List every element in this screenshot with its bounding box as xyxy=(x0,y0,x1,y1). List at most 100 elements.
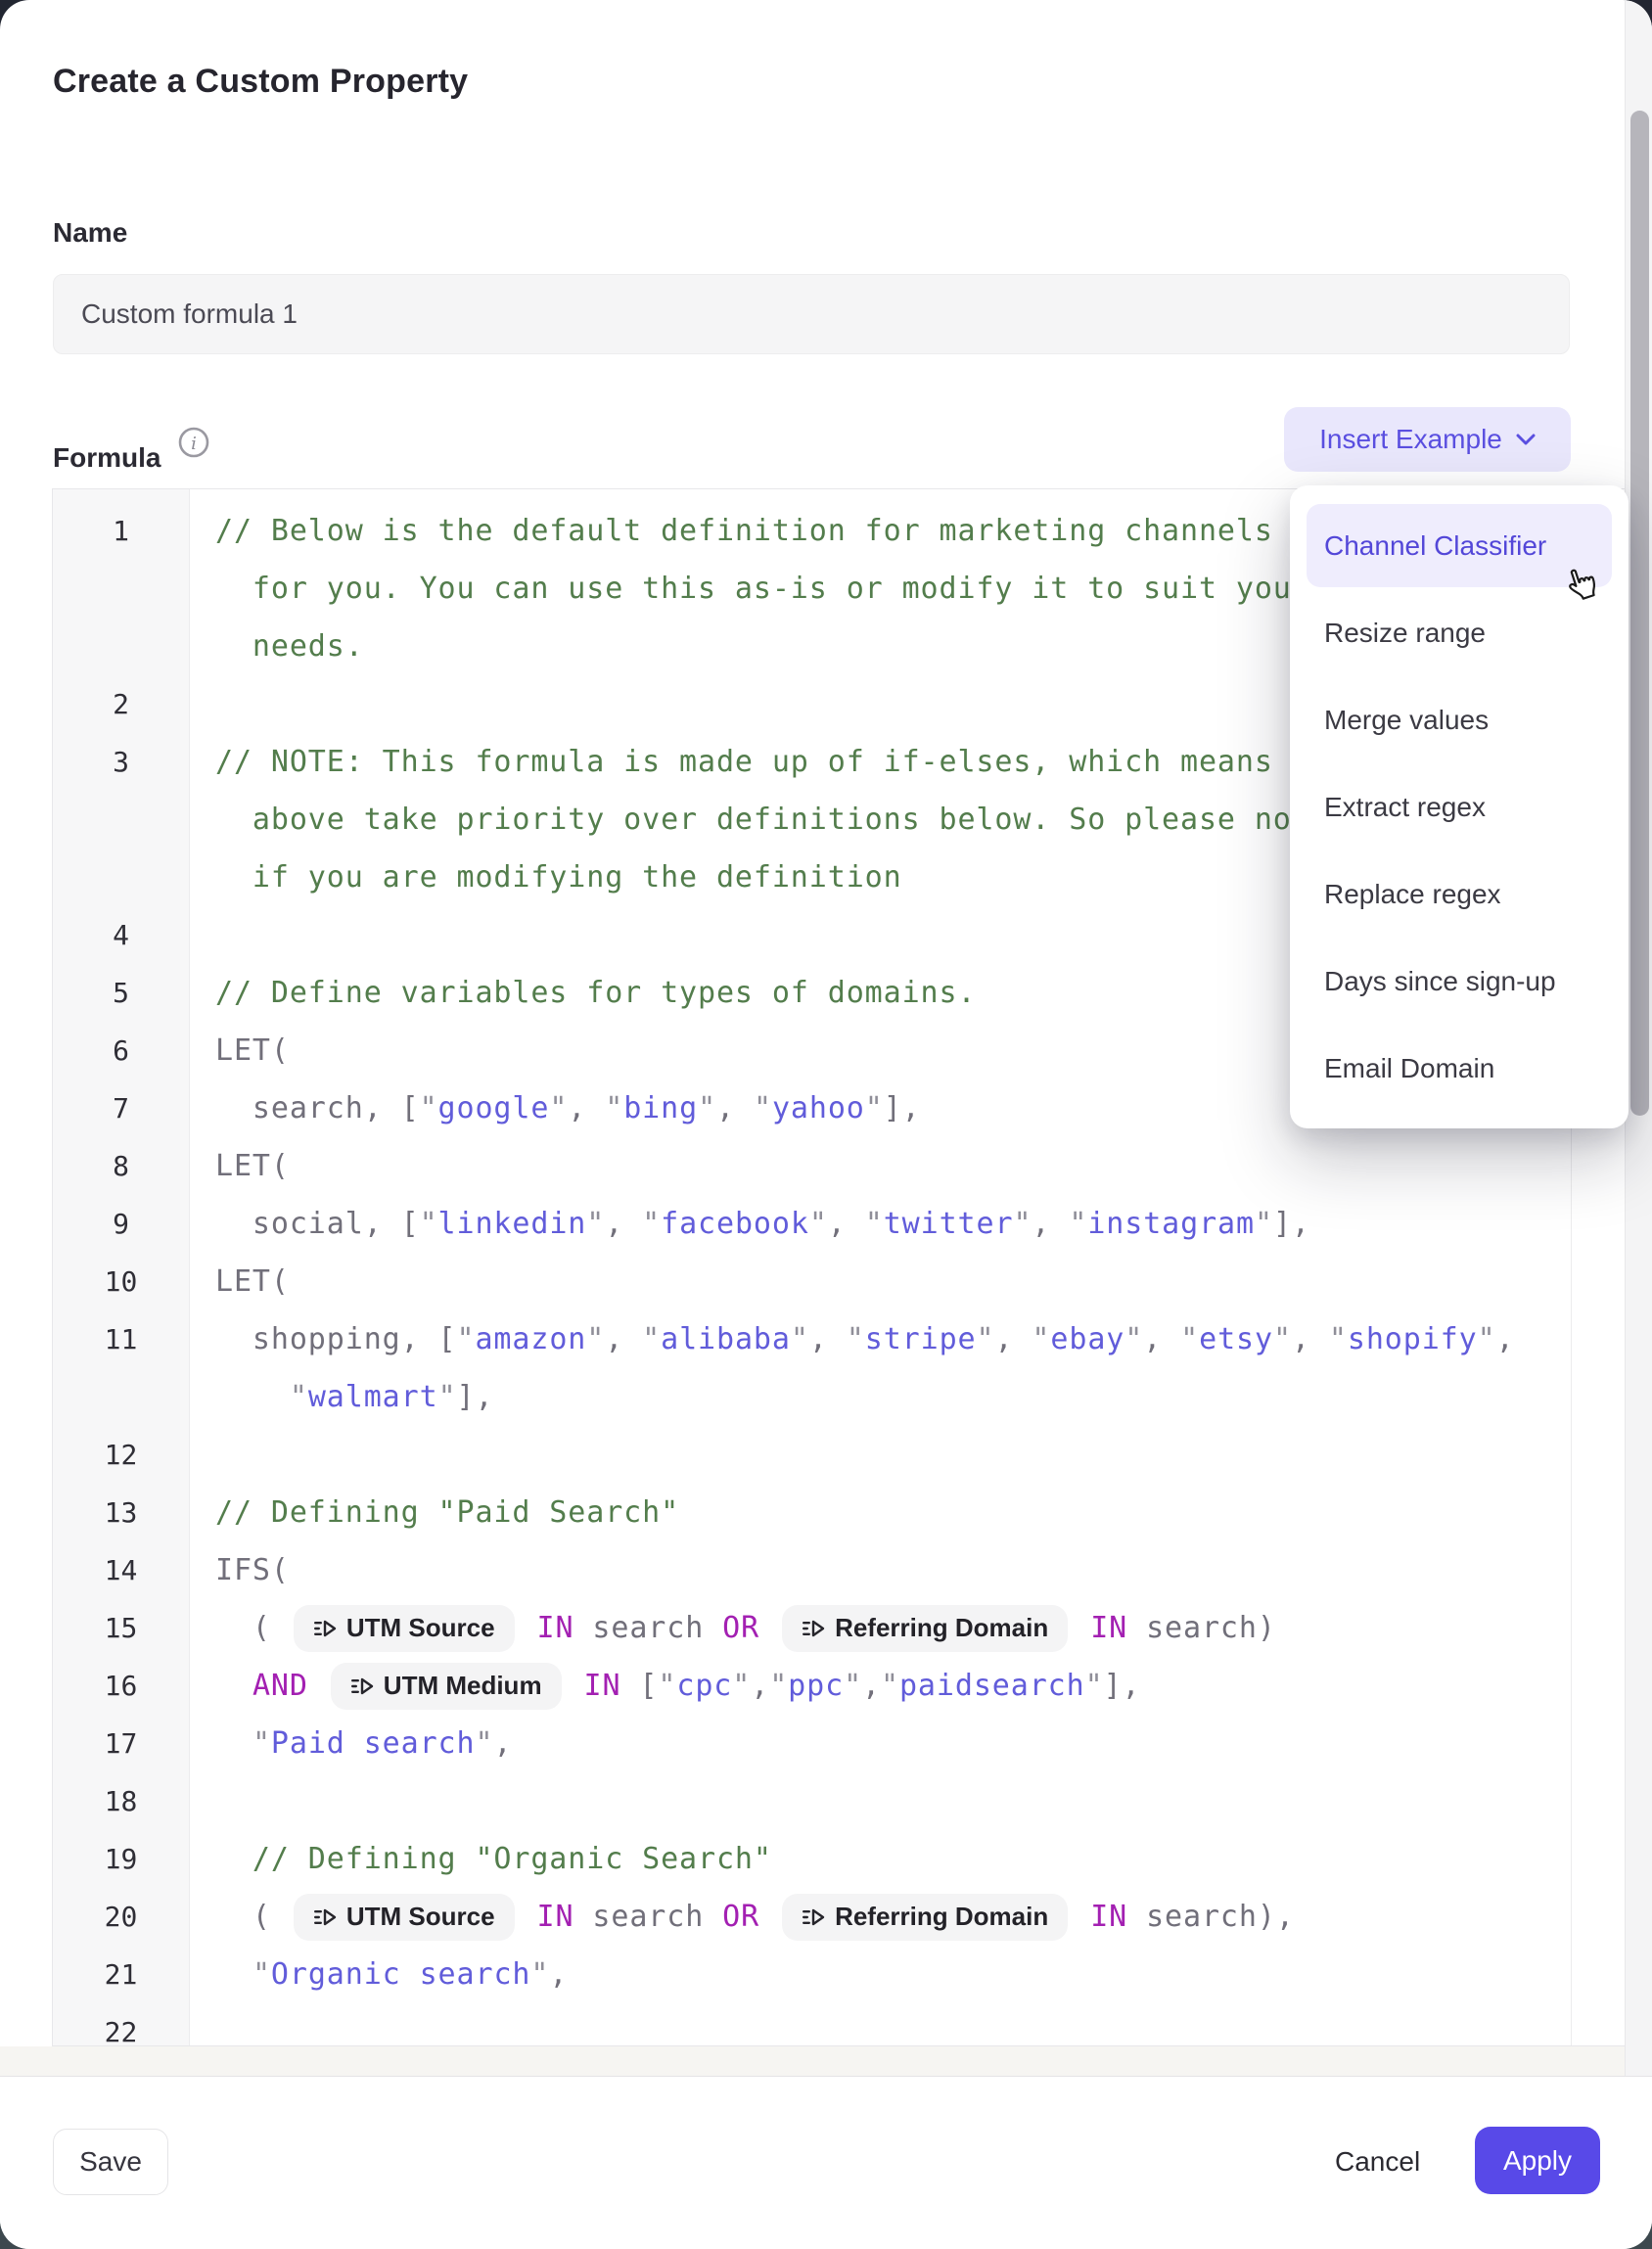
code-line: needs. xyxy=(189,629,364,664)
code-row: 10 LET( xyxy=(53,1253,1625,1310)
code-token: ], xyxy=(1273,1207,1310,1241)
line-number: 6 xyxy=(53,1034,189,1067)
code-token: , xyxy=(1496,1322,1515,1356)
code-token: " xyxy=(791,1322,809,1356)
code-token: search), xyxy=(1127,1900,1295,1934)
code-token xyxy=(519,1900,537,1934)
property-chip[interactable]: Referring Domain xyxy=(782,1894,1068,1941)
code-token: " xyxy=(754,1091,772,1125)
menu-item-label: Email Domain xyxy=(1307,1027,1612,1110)
code-token: above take priority over definitions bel… xyxy=(215,803,1329,837)
property-chip-label: Referring Domain xyxy=(835,1613,1048,1643)
line-number: 12 xyxy=(53,1439,189,1471)
code-line: // Defining "Paid Search" xyxy=(189,1495,679,1530)
line-number: 10 xyxy=(53,1265,189,1298)
code-token: LET( xyxy=(215,1264,290,1299)
menu-item-label: Replace regex xyxy=(1307,852,1612,936)
name-input[interactable] xyxy=(53,274,1570,354)
code-token: // Defining "Paid Search" xyxy=(215,1495,679,1530)
code-token: cpc xyxy=(676,1669,732,1703)
code-token: amazon xyxy=(475,1322,586,1356)
code-row: "walmart"], xyxy=(53,1368,1625,1426)
code-token: social, [ xyxy=(215,1207,420,1241)
code-token: ], xyxy=(457,1380,494,1414)
code-token: shopping, [ xyxy=(215,1322,457,1356)
code-token: IN xyxy=(537,1611,574,1645)
code-token: " xyxy=(809,1207,828,1241)
code-token: stripe xyxy=(865,1322,977,1356)
code-row: 14 IFS( xyxy=(53,1541,1625,1599)
code-token: " xyxy=(977,1322,995,1356)
property-chip[interactable]: UTM Source xyxy=(294,1894,515,1941)
code-line: ( UTM Source IN search OR Referring Doma… xyxy=(189,1605,1276,1652)
code-token: " xyxy=(865,1207,884,1241)
property-list-arrow-icon xyxy=(350,1675,374,1698)
code-token: IFS( xyxy=(215,1553,290,1587)
code-line: shopping, ["amazon", "alibaba", "stripe"… xyxy=(189,1322,1515,1356)
code-token: " xyxy=(732,1669,751,1703)
line-number: 14 xyxy=(53,1554,189,1586)
menu-item-merge-values[interactable]: Merge values xyxy=(1290,676,1629,763)
menu-item-replace-regex[interactable]: Replace regex xyxy=(1290,850,1629,938)
code-row: 16 AND UTM Medium IN ["cpc","ppc","paids… xyxy=(53,1657,1625,1715)
apply-button[interactable]: Apply xyxy=(1475,2127,1600,2194)
code-line: // Defining "Organic Search" xyxy=(189,1842,772,1876)
code-token: " xyxy=(844,1669,862,1703)
code-line: above take priority over definitions bel… xyxy=(189,803,1329,837)
save-button[interactable]: Save xyxy=(53,2129,168,2195)
code-token: needs. xyxy=(215,629,364,664)
code-token: // Below is the default definition for m… xyxy=(215,514,1273,548)
insert-example-button[interactable]: Insert Example xyxy=(1284,407,1571,472)
code-token: " xyxy=(1013,1207,1032,1241)
line-number: 15 xyxy=(53,1612,189,1644)
code-token: , xyxy=(828,1207,865,1241)
property-chip[interactable]: Referring Domain xyxy=(782,1605,1068,1652)
code-row: 9 social, ["linkedin", "facebook", "twit… xyxy=(53,1195,1625,1253)
scrollbar-thumb[interactable] xyxy=(1630,111,1649,1116)
code-token: " xyxy=(881,1669,899,1703)
code-token: , xyxy=(1143,1322,1180,1356)
menu-item-extract-regex[interactable]: Extract regex xyxy=(1290,763,1629,850)
code-token: , xyxy=(1032,1207,1069,1241)
code-token: LET( xyxy=(215,1033,290,1068)
menu-item-email-domain[interactable]: Email Domain xyxy=(1290,1025,1629,1112)
code-token xyxy=(566,1669,584,1703)
line-number: 7 xyxy=(53,1092,189,1124)
code-token xyxy=(215,1669,252,1703)
property-chip-label: UTM Source xyxy=(346,1902,495,1932)
code-token: " xyxy=(865,1091,884,1125)
code-token: " xyxy=(549,1091,568,1125)
code-token: OR xyxy=(722,1900,759,1934)
code-token: " xyxy=(698,1091,716,1125)
code-token: IN xyxy=(1090,1900,1127,1934)
property-chip-label: UTM Source xyxy=(346,1613,495,1643)
code-token: IN xyxy=(584,1669,621,1703)
code-line: search, ["google", "bing", "yahoo"], xyxy=(189,1091,921,1125)
code-row: 21 "Organic search", xyxy=(53,1946,1625,2003)
code-token: bing xyxy=(623,1091,698,1125)
code-token xyxy=(1072,1900,1090,1934)
code-row: 22 xyxy=(53,2003,1625,2046)
menu-item-days-since-sign-up[interactable]: Days since sign-up xyxy=(1290,938,1629,1025)
code-token: google xyxy=(438,1091,550,1125)
property-chip[interactable]: UTM Source xyxy=(294,1605,515,1652)
line-number: 8 xyxy=(53,1150,189,1182)
line-number: 21 xyxy=(53,1958,189,1991)
code-token: [ xyxy=(620,1669,658,1703)
line-number: 1 xyxy=(53,515,189,547)
code-token: // NOTE: This formula is made up of if-e… xyxy=(215,745,1273,779)
code-line: for you. You can use this as-is or modif… xyxy=(189,572,1310,606)
code-line: ( UTM Source IN search OR Referring Doma… xyxy=(189,1894,1295,1941)
code-token: " xyxy=(1329,1322,1348,1356)
property-chip-label: UTM Medium xyxy=(384,1671,542,1701)
code-token: " xyxy=(438,1380,457,1414)
code-token: twitter xyxy=(884,1207,1014,1241)
property-chip[interactable]: UTM Medium xyxy=(331,1663,562,1710)
code-token: " xyxy=(1180,1322,1199,1356)
code-token: " xyxy=(1273,1322,1292,1356)
code-token: yahoo xyxy=(772,1091,865,1125)
cancel-button[interactable]: Cancel xyxy=(1323,2129,1432,2195)
code-line: if you are modifying the definition xyxy=(189,860,902,895)
code-token: Paid search xyxy=(271,1726,476,1761)
code-token: , xyxy=(1292,1322,1329,1356)
